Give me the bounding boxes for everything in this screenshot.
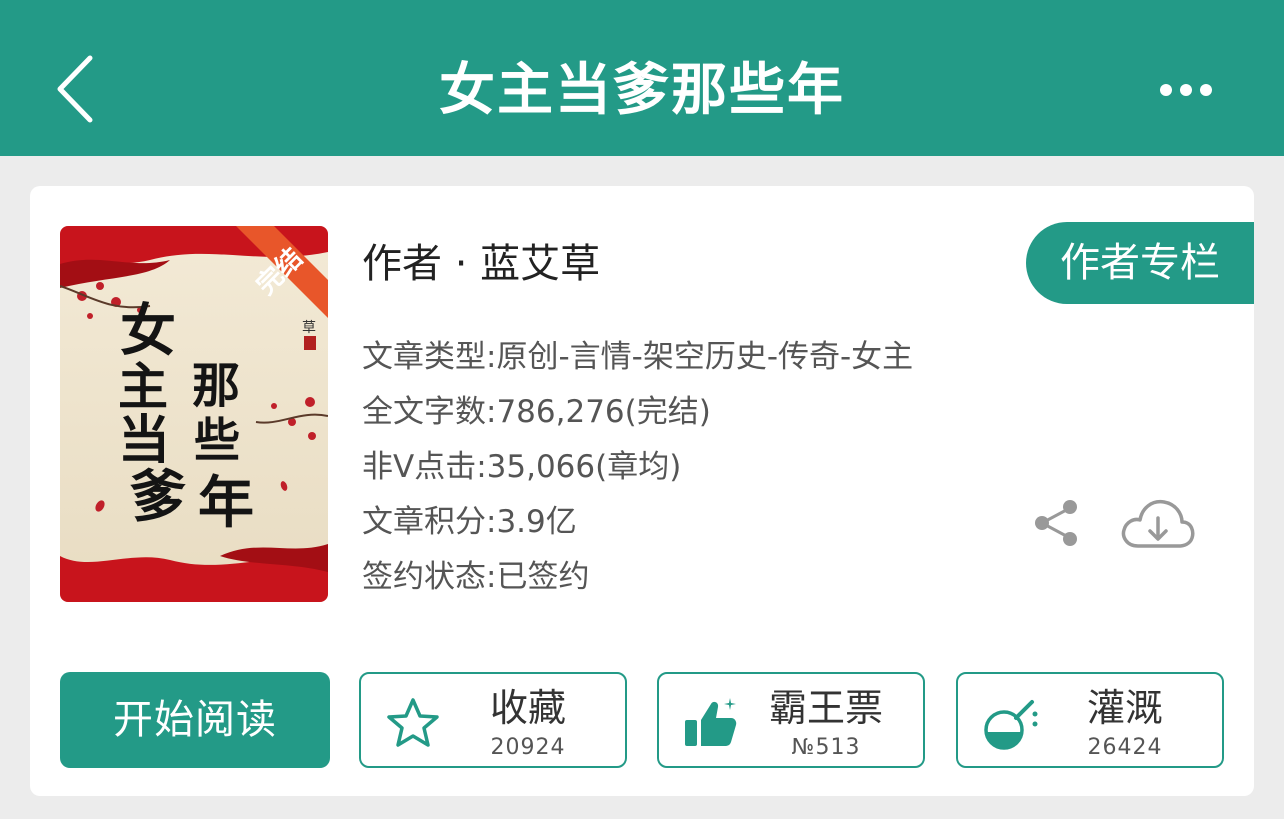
cover-title-char: 女 bbox=[120, 298, 176, 364]
cover-title-char: 爹 bbox=[130, 464, 186, 530]
collect-button[interactable]: 收藏 20924 bbox=[359, 672, 627, 768]
vote-ticket-rank: №513 bbox=[791, 735, 861, 760]
author-name[interactable]: 作者 · 蓝艾草 bbox=[362, 238, 600, 290]
info-word-count: 全文字数:786,276(完结) bbox=[362, 394, 711, 430]
start-reading-button[interactable]: 开始阅读 bbox=[60, 672, 330, 768]
page-title: 女主当爹那些年 bbox=[439, 58, 845, 123]
water-button[interactable]: 灌溉 26424 bbox=[956, 672, 1224, 768]
top-bar: 女主当爹那些年 bbox=[0, 0, 1284, 156]
cloud-download-icon[interactable] bbox=[1120, 496, 1196, 552]
collect-label: 收藏 bbox=[489, 686, 566, 730]
book-cover[interactable]: 女 主 当 爹 那 些 年 草 完结 bbox=[60, 226, 328, 602]
water-label: 灌溉 bbox=[1086, 686, 1163, 730]
info-score: 文章积分:3.9亿 bbox=[362, 504, 577, 540]
water-count: 26424 bbox=[1087, 735, 1163, 760]
cover-author-mark: 草 bbox=[302, 320, 316, 336]
author-column-button[interactable]: 作者专栏 bbox=[1026, 222, 1254, 304]
info-sign-status: 签约状态:已签约 bbox=[362, 559, 590, 595]
cover-title-char: 些 bbox=[194, 413, 240, 467]
share-icon[interactable] bbox=[1032, 498, 1082, 548]
info-clicks: 非Ⅴ点击:35,066(章均) bbox=[362, 449, 682, 485]
cover-title-char: 当 bbox=[118, 410, 170, 471]
cover-title-char: 主 bbox=[118, 357, 168, 416]
cover-title-char: 年 bbox=[198, 470, 254, 536]
more-horizontal-icon[interactable] bbox=[1158, 78, 1214, 102]
vote-ticket-label: 霸王票 bbox=[768, 686, 883, 730]
collect-count: 20924 bbox=[490, 735, 566, 760]
vote-ticket-button[interactable]: 霸王票 №513 bbox=[657, 672, 925, 768]
cover-title-char: 那 bbox=[192, 358, 240, 414]
book-info-list: 文章类型:原创-言情-架空历史-传奇-女主 全文字数:786,276(完结) 非… bbox=[362, 330, 913, 605]
info-genre: 文章类型:原创-言情-架空历史-传奇-女主 bbox=[362, 339, 914, 375]
